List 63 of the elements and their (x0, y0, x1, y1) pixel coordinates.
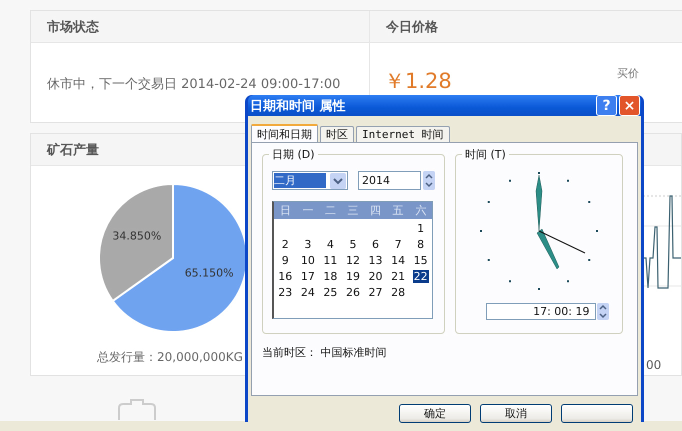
table-cell: 00 (646, 358, 662, 372)
tab[interactable]: Internet 时间 (356, 126, 450, 142)
weekday-label: 四 (369, 203, 382, 218)
close-button[interactable]: × (619, 95, 640, 116)
calendar-day[interactable]: 9 (280, 254, 290, 266)
calendar-day[interactable]: 28 (390, 286, 406, 298)
calendar-day[interactable]: 19 (344, 270, 361, 282)
calendar-day[interactable]: 16 (277, 270, 294, 282)
calendar-day[interactable]: 22 (412, 270, 429, 282)
calendar-day[interactable]: 8 (416, 238, 426, 250)
weekday-label: 一 (301, 203, 314, 218)
calendar-day[interactable]: 23 (277, 286, 294, 298)
dialog-button[interactable]: 确定 (399, 404, 471, 423)
slice-label: 34.850% (112, 229, 162, 242)
time-field[interactable]: 17: 00: 19 (486, 303, 596, 320)
timezone-text: 当前时区： 中国标准时间 (262, 345, 388, 360)
help-button[interactable]: ? (596, 95, 617, 116)
calendar-day[interactable]: 7 (394, 238, 403, 250)
card-title: 今日价格 (386, 18, 438, 36)
dialog-button[interactable] (561, 404, 633, 423)
card-title: 矿石产量 (47, 142, 99, 158)
calendar-day[interactable]: 5 (348, 238, 358, 250)
group-label: 日期 (D) (269, 147, 318, 162)
calendar-day[interactable]: 3 (303, 238, 312, 250)
calendar-day[interactable]: 18 (322, 270, 338, 282)
tab[interactable]: 时间和日期 (251, 124, 318, 142)
month-dropdown[interactable]: 二月 (272, 171, 348, 190)
weekday-label: 二 (324, 203, 337, 218)
dialog-button[interactable]: 取消 (480, 404, 552, 423)
calendar-day[interactable]: 27 (368, 286, 384, 298)
weekday-label: 三 (346, 203, 360, 218)
year-field[interactable]: 2014 (358, 171, 421, 190)
calendar-day[interactable]: 12 (344, 254, 361, 266)
calendar-day[interactable]: 21 (390, 270, 406, 282)
calendar-day[interactable]: 14 (390, 254, 406, 266)
window-title: 日期和时间 属性 (250, 98, 347, 114)
calendar-day[interactable]: 25 (322, 286, 338, 298)
slice-label: 65.150% (184, 266, 234, 280)
price-value: ￥1.28 (384, 71, 452, 92)
calendar-day[interactable]: 10 (300, 254, 316, 266)
calendar-day[interactable]: 26 (344, 286, 361, 298)
calendar-day[interactable]: 11 (322, 254, 338, 266)
spin-icon[interactable] (423, 171, 435, 190)
calendar-day[interactable]: 4 (326, 238, 335, 250)
calendar-day[interactable]: 1 (416, 222, 426, 234)
calendar-day[interactable]: 15 (412, 254, 429, 266)
card-title: 市场状态 (47, 18, 99, 36)
spin-icon[interactable] (596, 303, 608, 320)
weekday-label: 日 (278, 203, 292, 218)
clipboard-icon (117, 398, 157, 420)
group-label: 时间 (T) (462, 147, 509, 162)
calendar-day[interactable]: 13 (368, 254, 384, 266)
calendar-day[interactable]: 2 (280, 238, 290, 250)
calendar-day[interactable]: 6 (371, 238, 380, 250)
total-supply-text: 总发行量：20,000,000KG (97, 350, 243, 364)
market-status-text: 休市中，下一个交易日 2014-02-24 09:00-17:00 (47, 77, 340, 92)
bid-label: 买价 (616, 66, 639, 81)
weekday-label: 五 (392, 203, 405, 218)
weekday-label: 六 (414, 203, 428, 218)
calendar-day[interactable]: 17 (300, 270, 316, 282)
calendar-day[interactable]: 20 (368, 270, 384, 282)
calendar-day[interactable]: 24 (300, 286, 316, 298)
tab[interactable]: 时区 (320, 126, 354, 142)
